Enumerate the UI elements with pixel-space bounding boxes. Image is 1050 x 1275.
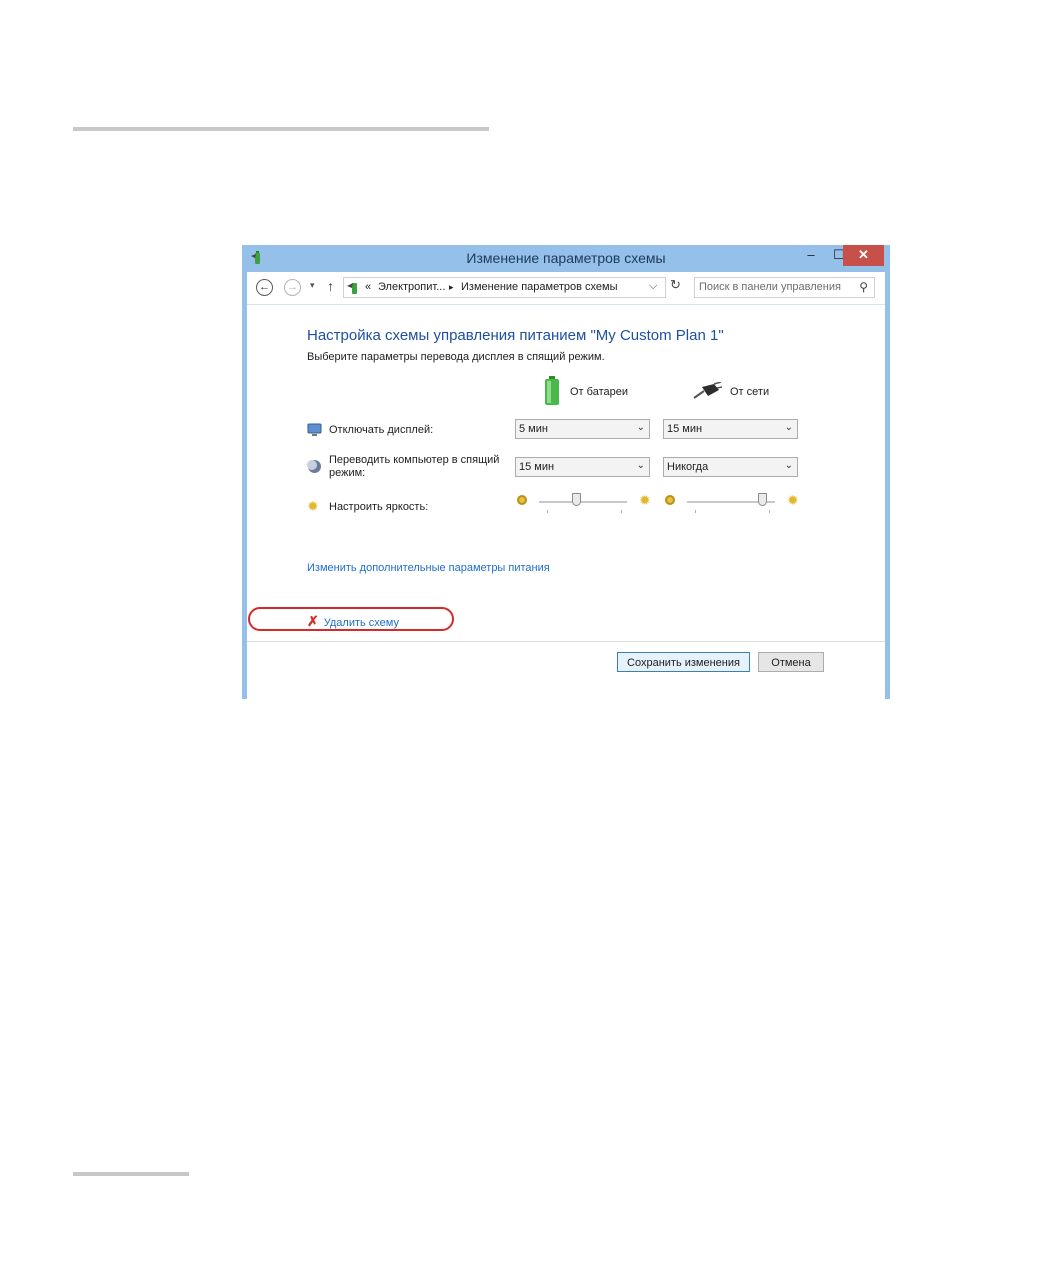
title-bar: Изменение параметров схемы – ☐ ✕ <box>242 245 890 272</box>
up-arrow-icon[interactable]: ↑ <box>327 278 334 294</box>
sleep-ac-value: Никогда <box>667 461 709 473</box>
display-off-battery-value: 5 мин <box>519 423 548 435</box>
breadcrumb-arrow-icon[interactable]: ▸ <box>449 282 454 293</box>
slider-tick <box>547 510 548 513</box>
sleep-label-line1: Переводить компьютер в спящий <box>329 454 500 466</box>
slider-thumb[interactable] <box>571 493 581 506</box>
window-title: Изменение параметров схемы <box>466 250 666 266</box>
bright-sun-icon: ✹ <box>639 492 651 508</box>
chevron-down-icon: ⌄ <box>784 460 793 471</box>
display-off-ac-select[interactable]: 15 мин ⌄ <box>663 419 798 439</box>
chevron-down-icon: ⌄ <box>636 422 645 433</box>
save-changes-button[interactable]: Сохранить изменения <box>617 652 750 672</box>
slider-tick <box>621 510 622 513</box>
slider-thumb[interactable] <box>757 493 767 506</box>
footer-rule <box>73 1172 189 1176</box>
close-button[interactable]: ✕ <box>843 245 884 266</box>
control-panel-icon <box>347 283 357 294</box>
page-title: Настройка схемы управления питанием "My … <box>307 327 724 344</box>
ac-column-label: От сети <box>730 386 770 398</box>
chevron-down-icon: ⌄ <box>784 422 793 433</box>
breadcrumb-item-edit-plan[interactable]: Изменение параметров схемы <box>461 281 617 293</box>
breadcrumb-separator: « <box>365 281 372 293</box>
sleep-label: Переводить компьютер в спящий режим: <box>329 454 499 480</box>
sleep-battery-value: 15 мин <box>519 461 555 473</box>
sleep-battery-select[interactable]: 15 мин ⌄ <box>515 457 650 477</box>
chevron-down-icon: ⌄ <box>636 460 645 471</box>
brightness-ac-slider[interactable]: ✹ <box>665 493 800 513</box>
search-box[interactable]: ⚲ <box>694 277 875 298</box>
breadcrumb[interactable]: « Электропит... ▸ Изменение параметров с… <box>343 277 666 298</box>
breadcrumb-item-power-options[interactable]: Электропит... <box>378 281 445 293</box>
forward-arrow-icon[interactable]: → <box>284 279 301 296</box>
brightness-label: Настроить яркость: <box>329 501 429 513</box>
delete-plan-link[interactable]: ✗ Удалить схему <box>307 613 399 630</box>
display-off-battery-select[interactable]: 5 мин ⌄ <box>515 419 650 439</box>
header-rule <box>73 127 489 131</box>
slider-track <box>539 501 627 503</box>
slider-tick <box>695 510 696 513</box>
brightness-sun-icon: ✹ <box>307 498 319 514</box>
footer-divider <box>247 641 885 642</box>
display-off-label: Отключать дисплей: <box>329 424 434 436</box>
delete-plan-label[interactable]: Удалить схему <box>324 617 399 629</box>
page-subtitle: Выберите параметры перевода дисплея в сп… <box>307 351 605 363</box>
minimize-button[interactable]: – <box>797 245 825 266</box>
refresh-icon[interactable]: ↻ <box>670 277 681 293</box>
chevron-down-icon[interactable]: ⌵ <box>649 280 657 293</box>
address-bar: ← → ▾ ↑ « Электропит... ▸ Изменение пара… <box>247 272 885 305</box>
display-icon <box>307 423 322 436</box>
sleep-label-line2: режим: <box>329 467 366 479</box>
search-input[interactable] <box>699 280 849 294</box>
delete-x-icon: ✗ <box>307 613 319 629</box>
search-icon[interactable]: ⚲ <box>859 280 868 294</box>
battery-icon <box>545 376 559 405</box>
dim-sun-icon <box>665 495 675 505</box>
recent-locations-dropdown-icon[interactable]: ▾ <box>310 280 315 291</box>
display-off-ac-value: 15 мин <box>667 423 703 435</box>
cancel-button[interactable]: Отмена <box>758 652 824 672</box>
back-arrow-icon[interactable]: ← <box>256 279 273 296</box>
brightness-battery-slider[interactable]: ✹ <box>517 493 652 513</box>
battery-column-label: От батареи <box>570 386 628 398</box>
dim-sun-icon <box>517 495 527 505</box>
sleep-ac-select[interactable]: Никогда ⌄ <box>663 457 798 477</box>
power-plan-window: Изменение параметров схемы – ☐ ✕ ← → ▾ ↑… <box>242 245 890 699</box>
advanced-settings-link[interactable]: Изменить дополнительные параметры питани… <box>307 562 550 574</box>
bright-sun-icon: ✹ <box>787 492 799 508</box>
power-plug-icon <box>693 382 722 399</box>
sleep-moon-icon <box>307 460 321 473</box>
slider-tick <box>769 510 770 513</box>
